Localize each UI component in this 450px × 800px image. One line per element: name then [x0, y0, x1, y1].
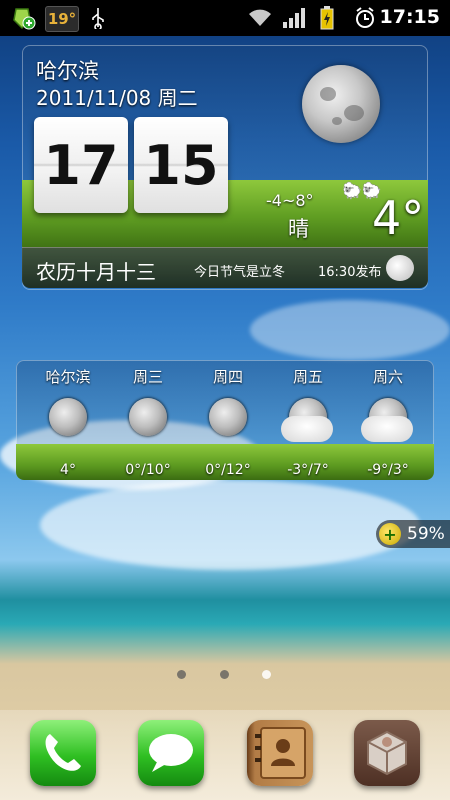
temperature-value: 19°	[47, 10, 77, 28]
app-box-icon[interactable]	[354, 720, 420, 786]
lunar-info-bar: 农历十月十三 今日节气是立冬 16:30发布	[22, 247, 428, 288]
forecast-temp: -3°/7°	[287, 462, 329, 478]
messages-icon[interactable]	[138, 720, 204, 786]
moon-icon	[49, 398, 87, 436]
wifi-icon	[247, 6, 273, 30]
forecast-temp: -9°/3°	[367, 462, 409, 478]
moon-icon	[129, 398, 167, 436]
flip-clock-minute[interactable]: 15	[134, 117, 228, 213]
forecast-day[interactable]: 周六 -9°/3°	[348, 366, 428, 478]
clock-weather-widget[interactable]: 哈尔滨 2011/11/08 周二 17 15 🐑🐑 -4~8° 晴 4° 农历…	[22, 45, 428, 290]
shield-plus-icon[interactable]	[8, 6, 38, 30]
forecast-day-name: 哈尔滨	[45, 368, 91, 386]
moon-cloud-icon	[361, 398, 413, 442]
cloud-decoration	[250, 300, 450, 360]
dock	[0, 710, 450, 800]
page-dot-active[interactable]	[262, 670, 271, 679]
page-dot[interactable]	[177, 670, 186, 679]
forecast-day[interactable]: 周五 -3°/7°	[268, 366, 348, 478]
forecast-day[interactable]: 周四 0°/12°	[188, 366, 268, 478]
usb-icon	[88, 6, 108, 30]
forecast-day-name: 周四	[212, 368, 243, 386]
cloud-decoration	[40, 480, 420, 570]
moon-cloud-icon	[281, 398, 333, 442]
battery-percent: 59%	[407, 524, 445, 544]
phone-icon[interactable]	[30, 720, 96, 786]
battery-charging-icon	[318, 6, 336, 30]
forecast-temp: 0°/12°	[205, 462, 251, 478]
contacts-icon[interactable]	[247, 720, 313, 786]
plus-icon: +	[379, 523, 401, 545]
moon-icon	[302, 65, 380, 143]
battery-percent-badge[interactable]: + 59%	[376, 520, 450, 548]
status-time: 17:15	[379, 6, 440, 28]
city-name: 哈尔滨	[36, 59, 99, 83]
forecast-temp: 4°	[60, 462, 76, 478]
forecast-day-name: 周五	[292, 368, 323, 386]
forecast-day-name: 周三	[132, 368, 163, 386]
moon-icon	[209, 398, 247, 436]
lunar-date: 农历十月十三	[36, 260, 156, 284]
flip-clock-hour[interactable]: 17	[34, 117, 128, 213]
forecast-day-name: 周六	[372, 368, 403, 386]
refresh-icon[interactable]	[386, 255, 414, 281]
temperature-range: -4~8°	[266, 191, 314, 210]
publish-time: 16:30发布	[318, 265, 382, 280]
weather-condition: 晴	[288, 217, 309, 241]
forecast-widget[interactable]: 哈尔滨 4° 周三 0°/10° 周四 0°/12° 周五 -3°/7° 周六 …	[16, 360, 434, 480]
date-text: 2011/11/08 周二	[36, 86, 198, 110]
status-bar: 19° 17:15	[0, 0, 450, 36]
current-temperature: 4°	[372, 191, 425, 245]
page-dot[interactable]	[220, 670, 229, 679]
forecast-temp: 0°/10°	[125, 462, 171, 478]
alarm-icon	[353, 6, 377, 30]
temperature-badge[interactable]: 19°	[45, 6, 79, 32]
signal-icon	[282, 6, 306, 30]
solar-term-text: 今日节气是立冬	[194, 265, 286, 280]
forecast-day[interactable]: 周三 0°/10°	[108, 366, 188, 478]
forecast-day[interactable]: 哈尔滨 4°	[28, 366, 108, 478]
